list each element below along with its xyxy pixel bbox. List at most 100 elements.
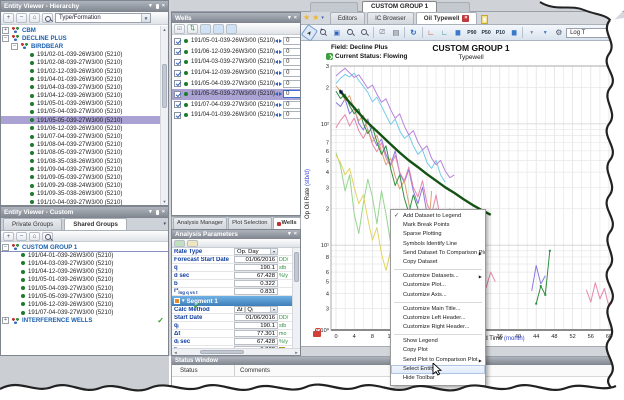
tab-ic-browser[interactable]: IC Browser: [367, 12, 414, 24]
well-value-input[interactable]: 0: [283, 80, 300, 88]
scrollbar-horizontal[interactable]: ◄ ►: [172, 348, 300, 355]
menu-item-customize-right-header[interactable]: Customize Right Header...: [391, 323, 485, 332]
zoom-box-icon[interactable]: ▣: [331, 27, 344, 39]
tree-well-item[interactable]: 191/05-01-039-26W3/00 (5210): [1, 276, 168, 284]
menu-item-copy-plot[interactable]: Copy Plot: [391, 346, 485, 355]
well-value-input[interactable]: 0: [283, 90, 300, 98]
tree-well-item[interactable]: 191/08-04-039-27W3/00 (5210): [1, 141, 160, 149]
axis-lock-icon[interactable]: [313, 331, 321, 337]
wells-row[interactable]: 191/06-12-039-26W3/00 (5210)0: [172, 47, 300, 58]
tree-well-item[interactable]: 191/09-04-039-27W3/00 (5210): [1, 165, 160, 173]
spin-left-icon[interactable]: [275, 60, 278, 64]
tree-group-item[interactable]: +CBM: [1, 26, 160, 34]
param-row[interactable]: q190.1stb: [172, 264, 300, 272]
tree-well-item[interactable]: 191/09-05-039-27W3/00 (5210): [1, 173, 160, 181]
param-value-input[interactable]: 67.428: [234, 338, 278, 345]
series-well-4-late[interactable]: [586, 283, 609, 307]
param-row[interactable]: Rate TypeOp. Day▾: [172, 248, 300, 256]
tab-plot-selection[interactable]: Plot Selection: [228, 217, 271, 229]
tree-well-item[interactable]: 191/04-12-039-26W3/00 (5210): [1, 92, 160, 100]
spin-left-icon[interactable]: [275, 92, 278, 96]
spinner-arrows-icon[interactable]: [275, 113, 282, 117]
chevron-down-icon[interactable]: ▾: [149, 1, 152, 12]
panel-titlebar[interactable]: Wells ▾ ×: [172, 13, 300, 23]
column-divider[interactable]: [234, 365, 235, 377]
table-green-icon[interactable]: [174, 240, 185, 247]
spin-right-icon[interactable]: [279, 71, 282, 75]
param-value-input[interactable]: 01/06/2016: [234, 256, 278, 263]
checkbox-icon[interactable]: [174, 48, 181, 55]
spinner-arrows-icon[interactable]: [275, 50, 282, 54]
tree-well-item[interactable]: 191/02-12-039-26W3/00 (5210): [1, 67, 160, 75]
param-value-input[interactable]: 77.301: [234, 330, 278, 337]
new-page-icon[interactable]: [481, 15, 488, 24]
remove-icon[interactable]: −: [16, 13, 27, 23]
menu-item-show-legend[interactable]: Show Legend: [391, 337, 485, 346]
tree-well-item[interactable]: 191/05-05-039-27W3/00 (5210): [1, 292, 168, 300]
home-icon[interactable]: ⌂: [29, 232, 40, 241]
favorite-star-icon[interactable]: ★: [312, 12, 319, 24]
chart-blue-icon[interactable]: ▆: [452, 27, 465, 39]
percentile-button-p10[interactable]: P10: [494, 28, 507, 38]
chevron-down-icon[interactable]: ▾: [270, 249, 277, 254]
tree-well-item[interactable]: 191/02-01-039-26W3/00 (5210): [1, 51, 160, 59]
wells-row[interactable]: 191/05-01-039-26W3/00 (5210)0: [172, 36, 300, 47]
panel-titlebar[interactable]: Entity Viewer - Custom ▾ ×: [1, 207, 168, 218]
tree-expander-icon[interactable]: +: [2, 317, 9, 324]
close-icon[interactable]: ×: [294, 229, 297, 240]
tree-well-item[interactable]: 191/04-01-039-26W3/00 (5210): [1, 251, 168, 259]
chevron-down-icon[interactable]: ▾: [617, 357, 620, 365]
param-row[interactable]: Δt77.301mo: [172, 330, 300, 338]
panel-titlebar[interactable]: Analysis Parameters ▾ ×: [172, 230, 300, 239]
favorite-star-icon[interactable]: ★: [303, 12, 310, 24]
checkbox-icon[interactable]: [174, 70, 181, 77]
menu-item-customize-plot[interactable]: Customize Plot...: [391, 281, 485, 290]
scroll-down-icon[interactable]: ▼: [161, 198, 168, 205]
spin-left-icon[interactable]: [275, 39, 278, 43]
chevron-down-icon[interactable]: ▾: [288, 13, 291, 24]
spin-right-icon[interactable]: [279, 39, 282, 43]
tree-well-item[interactable]: 191/06-12-039-26W3/00 (5210): [1, 300, 168, 308]
tree-well-item[interactable]: 191/05-01-039-26W3/00 (5210): [1, 100, 160, 108]
wells-row[interactable]: 191/04-03-039-27W3/00 (5210)0: [172, 57, 300, 68]
tree-group-item[interactable]: −DECLINE PLUS: [1, 34, 160, 42]
tree-group-item[interactable]: −BIRDBEAR: [1, 42, 160, 50]
close-tab-icon[interactable]: ×: [462, 15, 469, 22]
plot-button-icon[interactable]: [226, 24, 237, 34]
spinner-arrows-icon[interactable]: [275, 103, 282, 107]
param-row[interactable]: Forecast Start Date01/06/2016DD/: [172, 256, 300, 264]
status-column-header[interactable]: Status: [180, 367, 198, 374]
tree-well-item[interactable]: 191/08-35-038-26W3/00 (5210): [1, 157, 160, 165]
refresh-icon[interactable]: ↻: [407, 27, 420, 39]
tree-expander-icon[interactable]: +: [2, 27, 9, 34]
chart-blue2-icon[interactable]: ▆: [508, 27, 521, 39]
segment-header[interactable]: ▾ Segment 1: [172, 296, 300, 306]
tree-group-item[interactable]: +INTERFERENCE WELLS✓: [1, 317, 168, 325]
chevron-down-icon[interactable]: ▾: [321, 12, 324, 24]
well-value-input[interactable]: 0: [283, 37, 300, 45]
well-value-input[interactable]: 0: [283, 101, 300, 109]
tree-expander-icon[interactable]: −: [11, 43, 18, 50]
tree-well-item[interactable]: 191/09-35-038-26W3/00 (5210): [1, 190, 160, 198]
menu-item-customize-left-header[interactable]: Customize Left Header...: [391, 314, 485, 323]
tree-well-item[interactable]: 191/04-03-039-27W3/00 (5210): [1, 259, 168, 267]
menu-item-symbols-identify-line[interactable]: Symbols Identify Line: [391, 240, 485, 249]
tab-analysis-manager[interactable]: Analysis Manager: [173, 217, 227, 229]
wells-row[interactable]: 191/04-01-039-26W3/00 (5210)0: [172, 110, 300, 121]
param-value-input[interactable]: 01/06/2016: [234, 314, 278, 321]
tree-well-item[interactable]: 191/09-29-038-24W3/00 (5210): [1, 182, 160, 190]
scroll-up-icon[interactable]: ▲: [161, 26, 168, 33]
zoom-reset-icon[interactable]: [358, 27, 371, 39]
param-value-input[interactable]: 0.831: [234, 288, 278, 295]
spinner-arrows-icon[interactable]: [275, 82, 282, 86]
funnel-icon[interactable]: ▼: [525, 27, 538, 39]
funnel-blue-icon[interactable]: ▼: [539, 27, 552, 39]
menu-item-customize-axis[interactable]: Customize Axis...: [391, 291, 485, 300]
scroll-left-icon[interactable]: ◄: [172, 349, 179, 356]
close-icon[interactable]: ×: [162, 1, 165, 12]
tree-expander-icon[interactable]: −: [2, 35, 9, 42]
print-icon[interactable]: ⎚: [376, 27, 389, 39]
well-value-input[interactable]: 0: [283, 58, 300, 66]
tree-well-item[interactable]: 191/04-12-039-26W3/00 (5210): [1, 268, 168, 276]
checkbox-icon[interactable]: [174, 80, 181, 87]
